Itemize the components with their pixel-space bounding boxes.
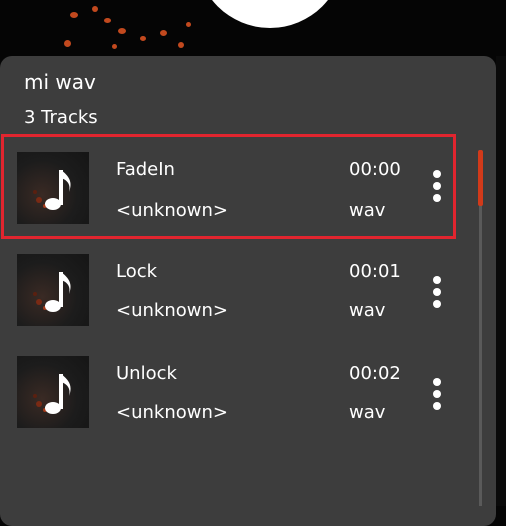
- track-name: Lock: [116, 261, 158, 282]
- track-artist: <unknown>: [116, 300, 228, 321]
- track-row[interactable]: Lock <unknown> 00:01 wav: [0, 240, 470, 340]
- splatter: [178, 42, 184, 48]
- splatter: [112, 44, 117, 49]
- track-row[interactable]: Unlock <unknown> 00:02 wav: [0, 342, 470, 442]
- splatter: [186, 22, 191, 27]
- splatter: [140, 36, 146, 41]
- splatter: [92, 6, 98, 12]
- track-duration: 00:02: [349, 363, 401, 384]
- track-thumbnail: [17, 254, 89, 326]
- track-duration: 00:01: [349, 261, 401, 282]
- music-note-icon: [33, 272, 71, 312]
- moon-shape: [196, 0, 344, 28]
- splatter: [70, 12, 78, 18]
- splatter: [118, 28, 126, 34]
- splatter: [64, 40, 71, 47]
- track-format: wav: [349, 402, 386, 423]
- track-duration: 00:00: [349, 159, 401, 180]
- track-row[interactable]: FadeIn <unknown> 00:00 wav: [0, 138, 470, 238]
- splatter: [160, 30, 167, 36]
- background-artwork: [0, 0, 506, 60]
- more-vert-icon[interactable]: [427, 378, 449, 418]
- scrollbar-thumb[interactable]: [478, 150, 483, 206]
- track-name: Unlock: [116, 363, 177, 384]
- more-vert-icon[interactable]: [427, 276, 449, 316]
- track-thumbnail: [17, 152, 89, 224]
- track-format: wav: [349, 200, 386, 221]
- track-format: wav: [349, 300, 386, 321]
- music-note-icon: [33, 170, 71, 210]
- track-thumbnail: [17, 356, 89, 428]
- music-note-icon: [33, 374, 71, 414]
- track-artist: <unknown>: [116, 402, 228, 423]
- track-artist: <unknown>: [116, 200, 228, 221]
- playlist-title: mi wav: [24, 70, 96, 94]
- track-name: FadeIn: [116, 159, 175, 180]
- splatter: [104, 18, 111, 23]
- track-count: 3 Tracks: [24, 107, 98, 128]
- screen-edge: [496, 56, 506, 506]
- more-vert-icon[interactable]: [427, 170, 449, 210]
